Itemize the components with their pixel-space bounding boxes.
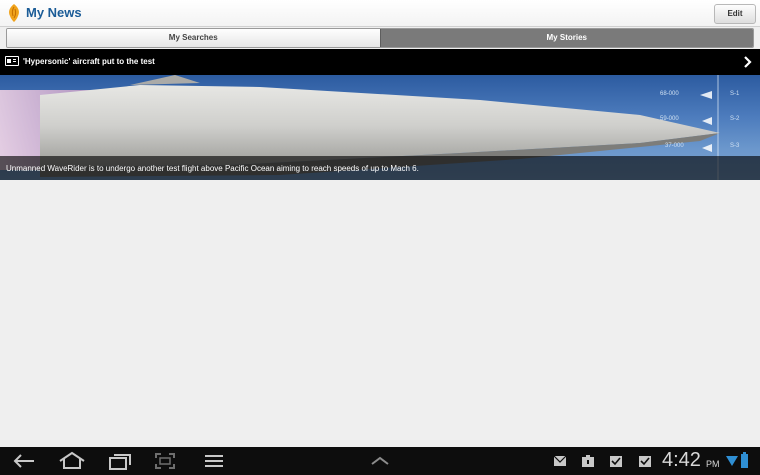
- home-icon[interactable]: [58, 451, 86, 470]
- status-clock[interactable]: 4:42: [662, 449, 701, 472]
- story-caption: Unmanned WaveRider is to undergo another…: [6, 164, 419, 173]
- svg-text:S-3: S-3: [730, 143, 740, 149]
- app-header: My News Edit: [0, 0, 760, 27]
- story-title: 'Hypersonic' aircraft put to the test: [23, 57, 155, 66]
- page-title: My News: [26, 5, 82, 20]
- recent-apps-icon[interactable]: [108, 452, 132, 470]
- screenshot-icon[interactable]: [154, 452, 176, 470]
- up-arrow-icon[interactable]: [370, 456, 390, 466]
- wifi-icon: [726, 456, 738, 466]
- battery-icon: [741, 452, 748, 468]
- story-icon: [5, 56, 19, 66]
- checkbox-icon[interactable]: [609, 454, 623, 468]
- back-icon[interactable]: [12, 453, 36, 469]
- svg-text:59-000: 59-000: [660, 116, 679, 122]
- tab-my-searches[interactable]: My Searches: [7, 29, 380, 47]
- edit-button[interactable]: Edit: [714, 4, 756, 24]
- notification-icon[interactable]: [581, 454, 595, 468]
- menu-icon[interactable]: [204, 453, 224, 469]
- mail-icon[interactable]: [553, 455, 567, 467]
- story-header[interactable]: 'Hypersonic' aircraft put to the test: [0, 49, 760, 75]
- logo-icon: [9, 4, 19, 22]
- svg-text:S-1: S-1: [730, 91, 740, 97]
- svg-text:S-2: S-2: [730, 116, 740, 122]
- tab-my-stories[interactable]: My Stories: [379, 29, 753, 47]
- system-navigation-bar: 4:42 PM: [0, 447, 760, 475]
- content-area: [0, 180, 760, 447]
- tab-bar: My Searches My Stories: [6, 28, 754, 48]
- svg-text:68-000: 68-000: [660, 91, 679, 97]
- story-image[interactable]: 68-000 S-1 59-000 S-2 37-000 S-3 Unmanne…: [0, 75, 760, 180]
- status-ampm: PM: [706, 459, 720, 469]
- svg-text:37-000: 37-000: [665, 143, 684, 149]
- checkbox-icon[interactable]: [638, 454, 652, 468]
- chevron-right-icon[interactable]: [744, 56, 752, 68]
